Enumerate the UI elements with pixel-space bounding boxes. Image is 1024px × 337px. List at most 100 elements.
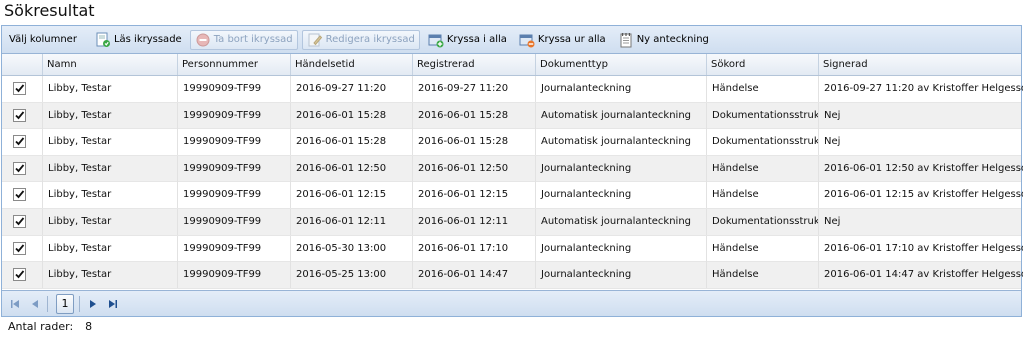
cell-registrerad: 2016-06-01 15:28 bbox=[413, 102, 536, 129]
pager-separator bbox=[79, 295, 80, 312]
cell-handelsetid: 2016-06-01 15:28 bbox=[291, 102, 413, 129]
row-count-value: 8 bbox=[85, 320, 93, 333]
column-header-namn[interactable]: Namn bbox=[43, 54, 178, 75]
cell-handelsetid: 2016-06-01 12:11 bbox=[291, 208, 413, 235]
row-count: Antal rader: 8 bbox=[8, 319, 92, 335]
current-page-button[interactable]: 1 bbox=[56, 293, 74, 314]
row-checkbox[interactable] bbox=[13, 82, 26, 95]
check-all-label: Kryssa i alla bbox=[446, 34, 507, 45]
cell-personnummer: 19990909-TF99 bbox=[178, 102, 291, 129]
check-all-icon bbox=[428, 34, 444, 47]
new-note-button[interactable]: Ny anteckning bbox=[614, 30, 713, 50]
cell-handelsetid: 2016-05-25 13:00 bbox=[291, 262, 413, 289]
cell-registrerad: 2016-09-27 11:20 bbox=[413, 76, 536, 102]
checkmark-icon bbox=[15, 190, 25, 199]
cell-namn: Libby, Testar bbox=[43, 155, 178, 182]
cell-namn: Libby, Testar bbox=[43, 102, 178, 129]
cell-sokord: Händelse bbox=[707, 76, 819, 102]
cell-personnummer: 19990909-TF99 bbox=[178, 208, 291, 235]
pager-separator bbox=[47, 295, 48, 312]
first-page-icon bbox=[11, 299, 19, 308]
cell-dokumenttyp: Journalanteckning bbox=[536, 155, 707, 182]
choose-columns-button[interactable]: Välj kolumner bbox=[2, 30, 81, 50]
table-row[interactable]: Libby, Testar 19990909-TF99 2016-06-01 15:… bbox=[2, 129, 1021, 156]
cell-personnummer: 19990909-TF99 bbox=[178, 155, 291, 182]
column-header-personnummer[interactable]: Personnummer bbox=[178, 54, 291, 75]
column-header-sokord[interactable]: Sökord bbox=[707, 54, 819, 75]
cell-checkbox bbox=[2, 76, 43, 102]
row-checkbox[interactable] bbox=[13, 214, 26, 228]
header-checkbox-column bbox=[2, 54, 43, 75]
row-checkbox[interactable] bbox=[13, 135, 26, 149]
checkmark-icon bbox=[15, 217, 25, 226]
row-checkbox[interactable] bbox=[13, 161, 26, 175]
row-count-label: Antal rader: bbox=[8, 320, 74, 333]
table-row[interactable]: Libby, Testar 19990909-TF99 2016-06-01 12:… bbox=[2, 208, 1021, 236]
choose-columns-label: Välj kolumner bbox=[9, 34, 77, 45]
row-checkbox[interactable] bbox=[13, 188, 26, 202]
cell-handelsetid: 2016-06-01 15:28 bbox=[291, 129, 413, 156]
checkmark-icon bbox=[15, 243, 25, 252]
cell-registrerad: 2016-06-01 14:47 bbox=[413, 262, 536, 289]
next-page-button[interactable] bbox=[86, 297, 100, 311]
cell-sokord: Dokumentationsstruktu bbox=[707, 129, 819, 156]
cell-sokord: Dokumentationsstruktu bbox=[707, 102, 819, 129]
column-header-handelsetid[interactable]: Händelsetid bbox=[291, 54, 413, 75]
row-checkbox[interactable] bbox=[13, 241, 26, 255]
cell-namn: Libby, Testar bbox=[43, 208, 178, 235]
edit-icon bbox=[308, 33, 322, 46]
checkmark-icon bbox=[15, 270, 25, 279]
table-row[interactable]: Libby, Testar 19990909-TF99 2016-05-30 13:… bbox=[2, 235, 1023, 263]
cell-namn: Libby, Testar bbox=[43, 76, 178, 102]
column-header-signerad[interactable]: Signerad bbox=[819, 54, 1023, 75]
checkmark-icon bbox=[15, 164, 25, 173]
cell-personnummer: 19990909-TF99 bbox=[178, 262, 291, 289]
cell-dokumenttyp: Journalanteckning bbox=[536, 262, 707, 289]
last-page-button[interactable] bbox=[106, 297, 120, 311]
previous-page-button[interactable] bbox=[28, 297, 42, 311]
read-checked-button[interactable]: Läs ikryssade bbox=[91, 30, 186, 50]
cell-checkbox bbox=[2, 102, 43, 129]
table-row[interactable]: Libby, Testar 19990909-TF99 2016-06-01 15:… bbox=[2, 102, 1021, 130]
cell-handelsetid: 2016-06-01 12:15 bbox=[291, 182, 413, 209]
uncheck-all-label: Kryssa ur alla bbox=[537, 34, 606, 45]
next-page-icon bbox=[90, 299, 96, 308]
row-checkbox[interactable] bbox=[13, 268, 26, 282]
column-header-dokumenttyp[interactable]: Dokumenttyp bbox=[536, 54, 707, 75]
check-all-button[interactable]: Kryssa i alla bbox=[424, 30, 511, 50]
cell-personnummer: 19990909-TF99 bbox=[178, 76, 291, 102]
cell-signerad: 2016-09-27 11:20 av Kristoffer Helgesson bbox=[824, 83, 1023, 94]
cell-signerad: 2016-06-01 17:10 av Kristoffer Helgesson bbox=[824, 242, 1023, 254]
cell-dokumenttyp: Journalanteckning bbox=[536, 182, 707, 209]
notepad-icon bbox=[620, 32, 632, 47]
cell-dokumenttyp: Journalanteckning bbox=[536, 235, 707, 262]
cell-signerad: 2016-06-01 12:15 av Kristoffer Helgesson bbox=[824, 189, 1023, 201]
uncheck-all-button[interactable]: Kryssa ur alla bbox=[515, 30, 610, 50]
cell-signerad: Nej bbox=[824, 136, 841, 148]
document-read-icon bbox=[96, 32, 110, 47]
checkmark-icon bbox=[15, 137, 25, 146]
cell-sokord: Händelse bbox=[707, 262, 819, 289]
cell-registrerad: 2016-06-01 12:15 bbox=[413, 182, 536, 209]
table-row[interactable]: Libby, Testar 19990909-TF99 2016-06-01 12:… bbox=[2, 155, 1023, 183]
cell-sokord: Händelse bbox=[707, 155, 819, 182]
row-checkbox[interactable] bbox=[13, 108, 26, 122]
table-row[interactable]: Libby, Testar 19990909-TF99 2016-09-27 11:… bbox=[2, 76, 1023, 103]
first-page-button[interactable] bbox=[8, 297, 22, 311]
previous-page-icon bbox=[32, 299, 38, 308]
cell-checkbox bbox=[2, 182, 43, 209]
remove-icon bbox=[196, 33, 210, 46]
cell-dokumenttyp: Automatisk journalanteckning bbox=[536, 102, 707, 129]
column-header-registrerad[interactable]: Registrerad bbox=[413, 54, 536, 75]
cell-signerad: Nej bbox=[824, 109, 841, 121]
remove-checked-button[interactable]: Ta bort ikryssad bbox=[189, 29, 298, 50]
new-note-label: Ny anteckning bbox=[636, 34, 709, 45]
table-row[interactable]: Libby, Testar 19990909-TF99 2016-06-01 12:… bbox=[2, 182, 1023, 209]
cell-checkbox bbox=[2, 129, 43, 156]
edit-checked-button[interactable]: Redigera ikryssad bbox=[301, 29, 420, 50]
cell-personnummer: 19990909-TF99 bbox=[178, 182, 291, 209]
cell-signerad: Nej bbox=[824, 215, 841, 227]
cell-sokord: Dokumentationsstruktu bbox=[707, 208, 819, 235]
cell-signerad: 2016-06-01 12:50 av Kristoffer Helgesson bbox=[824, 162, 1023, 174]
table-row[interactable]: Libby, Testar 19990909-TF99 2016-05-25 13:… bbox=[2, 262, 1023, 289]
